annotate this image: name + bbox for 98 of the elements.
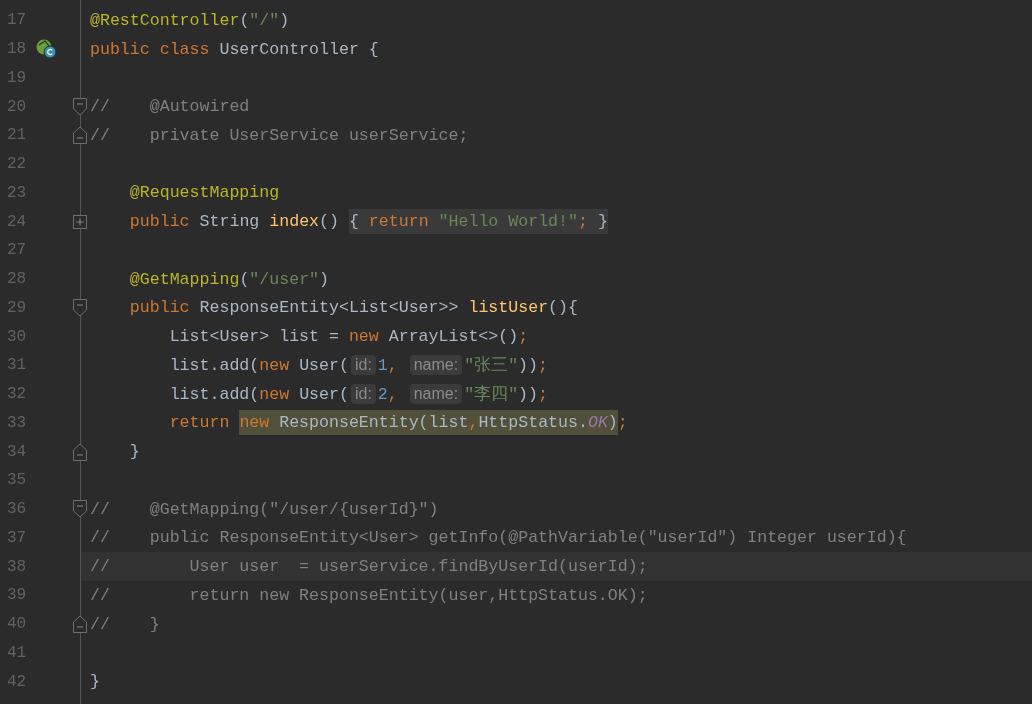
fold-marker-icon[interactable] bbox=[73, 126, 87, 145]
line-number: 27 bbox=[6, 241, 28, 260]
code-token: // @GetMapping("/user/{userId}") bbox=[90, 499, 439, 519]
line-number: 28 bbox=[6, 270, 28, 289]
parameter-hint: id: bbox=[350, 384, 376, 405]
fold-marker-icon[interactable] bbox=[73, 298, 87, 317]
code-token: ( bbox=[239, 10, 250, 30]
parameter-hint: id: bbox=[350, 355, 376, 376]
code-token: new bbox=[259, 384, 290, 404]
code-token: // @Autowired bbox=[90, 97, 250, 117]
code-token: // return new ResponseEntity(user,HttpStatus.OK); bbox=[90, 585, 648, 605]
code-token: ; bbox=[617, 413, 628, 433]
code-token: return bbox=[368, 212, 430, 232]
code-token: )) bbox=[518, 384, 539, 404]
code-token: // private UserService userService; bbox=[90, 125, 469, 145]
code-token: 2 bbox=[377, 384, 388, 404]
line-number: 39 bbox=[6, 586, 28, 605]
code-token: // public ResponseEntity<User> getInfo(@PathVariable("userId") Integer userId){ bbox=[90, 528, 907, 548]
code-token: public class bbox=[90, 39, 210, 59]
code-token: 1 bbox=[377, 355, 388, 375]
class-icon[interactable] bbox=[36, 39, 57, 60]
code-token: index bbox=[269, 212, 320, 232]
line-number: 19 bbox=[6, 68, 28, 87]
code-token: HttpStatus. bbox=[478, 413, 588, 433]
code-token: "张三" bbox=[464, 355, 519, 377]
line-number: 18 bbox=[6, 40, 28, 59]
code-token: return bbox=[168, 413, 231, 433]
code-token: ResponseEntity<List<User>> bbox=[198, 298, 460, 318]
line-number: 21 bbox=[6, 126, 28, 145]
code-token: // User user = userService.findByUserId(userId); bbox=[90, 557, 648, 577]
code-token: List<User> list = bbox=[168, 327, 340, 347]
line-number: 34 bbox=[6, 442, 28, 461]
fold-marker-icon[interactable] bbox=[73, 500, 87, 519]
code-token: ) bbox=[607, 413, 618, 433]
code-token: ; bbox=[538, 384, 548, 404]
fold-marker-icon[interactable] bbox=[73, 97, 87, 116]
folded-code[interactable]: { return "Hello World!"; } bbox=[348, 209, 608, 235]
code-token: ; bbox=[538, 355, 548, 375]
code-token: list.add( bbox=[168, 355, 260, 375]
code-token: ArrayList<>() bbox=[387, 327, 519, 347]
code-token: ) bbox=[319, 269, 330, 289]
code-token: ( bbox=[239, 269, 250, 289]
line-number: 29 bbox=[6, 298, 28, 317]
line-number: 41 bbox=[6, 643, 28, 662]
code-token: User( bbox=[298, 355, 349, 375]
code-token: @GetMapping bbox=[128, 269, 240, 289]
line-number: 20 bbox=[6, 97, 28, 116]
line-number: 35 bbox=[6, 471, 28, 490]
code-token: , bbox=[387, 355, 399, 375]
code-token: "/user" bbox=[249, 269, 320, 289]
code-token: () bbox=[319, 212, 340, 232]
code-token: (){ bbox=[548, 298, 578, 318]
line-number: 37 bbox=[6, 528, 28, 547]
parameter-hint: name: bbox=[409, 384, 463, 405]
line-number: 32 bbox=[6, 385, 28, 404]
code-token: new bbox=[239, 413, 270, 433]
code-token: @RestController bbox=[90, 10, 240, 30]
parameter-hint: name: bbox=[409, 355, 463, 376]
fold-marker-icon[interactable] bbox=[73, 615, 87, 634]
code-token: String bbox=[198, 212, 261, 232]
line-number: 36 bbox=[6, 500, 28, 519]
code-token: , bbox=[387, 384, 399, 404]
code-token: ) bbox=[279, 10, 290, 30]
code-token: public bbox=[128, 212, 190, 232]
code-token: User( bbox=[298, 384, 349, 404]
code-token: } bbox=[596, 212, 608, 232]
code-token: @RequestMapping bbox=[128, 183, 280, 203]
code-token: ; bbox=[578, 212, 588, 232]
code-token: , bbox=[468, 413, 479, 433]
code-token: { bbox=[348, 212, 360, 232]
line-number: 33 bbox=[6, 413, 28, 432]
code-token: new bbox=[348, 327, 379, 347]
code-token: // } bbox=[90, 614, 160, 634]
code-token: ; bbox=[518, 327, 529, 347]
code-token: listUser bbox=[468, 298, 549, 318]
line-number: 42 bbox=[6, 672, 28, 691]
code-token: } bbox=[128, 442, 140, 462]
code-token: list.add( bbox=[168, 384, 260, 404]
line-number: 22 bbox=[6, 155, 28, 174]
code-token: new bbox=[259, 355, 290, 375]
code-token: public bbox=[128, 298, 190, 318]
line-number: 31 bbox=[6, 356, 28, 375]
code-token: "Hello World!" bbox=[438, 212, 578, 232]
line-number: 24 bbox=[6, 212, 28, 231]
fold-marker-icon[interactable] bbox=[73, 442, 87, 461]
line-number: 23 bbox=[6, 183, 28, 202]
code-token: UserController { bbox=[218, 39, 379, 59]
line-number: 40 bbox=[6, 615, 28, 634]
code-token: "/" bbox=[249, 10, 280, 30]
line-number: 30 bbox=[6, 327, 28, 346]
code-token: } bbox=[90, 672, 100, 692]
expand-icon[interactable] bbox=[73, 214, 87, 229]
code-token: )) bbox=[518, 355, 539, 375]
line-number: 17 bbox=[6, 11, 28, 30]
code-token: "李四" bbox=[464, 384, 519, 406]
code-token: ResponseEntity(list bbox=[278, 413, 469, 433]
code-token: OK bbox=[587, 413, 608, 433]
line-number: 38 bbox=[6, 557, 28, 576]
